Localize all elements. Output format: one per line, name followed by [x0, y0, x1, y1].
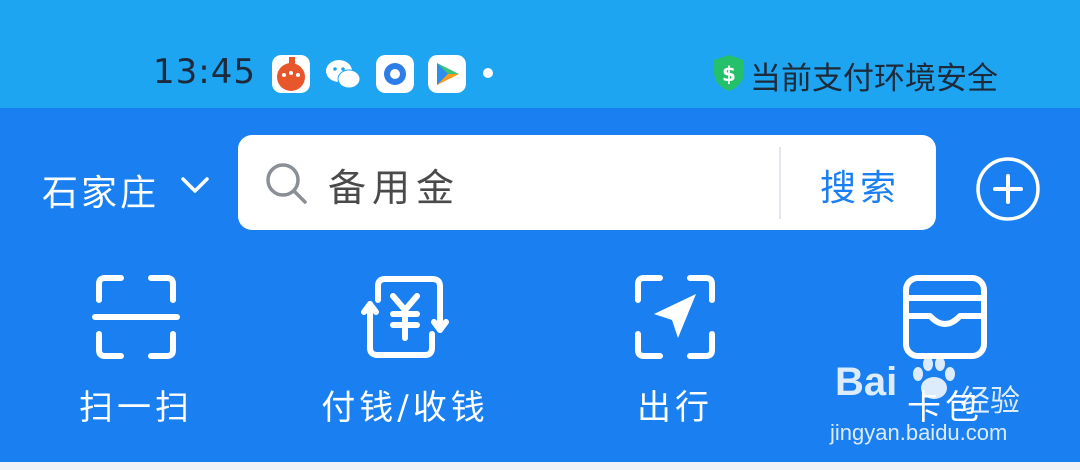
svg-text:$: $	[722, 62, 736, 86]
video-app-icon	[428, 55, 466, 93]
scan-icon	[92, 275, 180, 359]
watermark-brand: Bai	[835, 360, 898, 404]
bottom-divider	[0, 462, 1080, 470]
pay-receive-action[interactable]: 付钱/收钱	[305, 272, 505, 442]
search-input[interactable]: 备用金	[328, 157, 460, 212]
card-wallet-icon	[903, 275, 987, 359]
status-time: 13:45	[153, 52, 256, 92]
more-notifications-dot	[483, 68, 493, 78]
security-status-text: 当前支付环境安全	[750, 61, 998, 97]
search-divider	[779, 147, 781, 219]
shield-icon: $	[714, 55, 744, 91]
travel-action[interactable]: 出行	[575, 272, 775, 442]
baidu-watermark: Bai 经验 jingyan.baidu.com	[820, 350, 1040, 450]
tomato-app-icon	[272, 55, 310, 93]
paw-icon	[913, 357, 955, 399]
circle-app-icon	[376, 55, 414, 93]
scan-action[interactable]: 扫一扫	[36, 272, 236, 442]
pay-receive-icon	[361, 276, 449, 358]
pay-receive-label: 付钱/收钱	[321, 388, 489, 428]
chevron-down-icon[interactable]	[178, 170, 212, 200]
travel-icon	[635, 275, 715, 359]
plus-circle-icon[interactable]	[975, 156, 1041, 222]
search-icon	[266, 163, 307, 204]
travel-label: 出行	[637, 388, 713, 428]
wechat-icon	[326, 60, 361, 89]
search-button[interactable]: 搜索	[820, 159, 900, 211]
watermark-suffix: 经验	[960, 384, 1020, 419]
city-selector[interactable]: 石家庄	[42, 164, 159, 216]
scan-label: 扫一扫	[79, 388, 193, 428]
status-bar: 13:45 $ 当前支付环境安全	[0, 0, 1080, 108]
watermark-url: jingyan.baidu.com	[830, 420, 1008, 445]
search-bar[interactable]: 备用金 搜索	[238, 135, 936, 230]
